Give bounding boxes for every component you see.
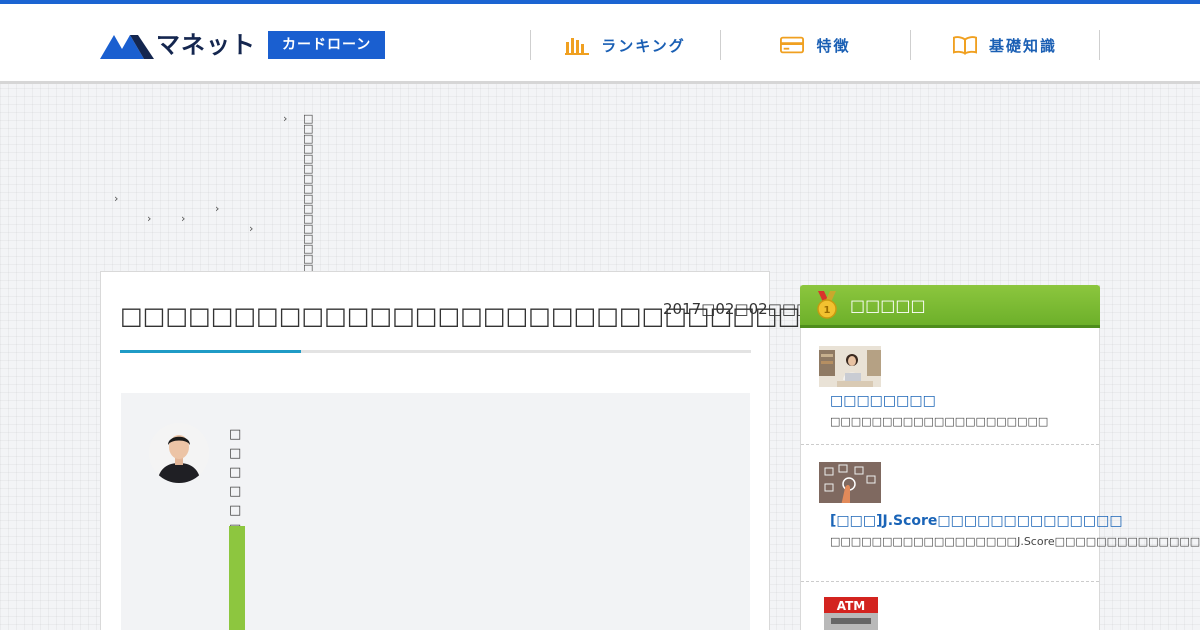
medal-icon: 1 [817, 291, 837, 319]
author-accent-bar [229, 526, 245, 630]
breadcrumb-separator: › [249, 222, 254, 235]
nav-item-ranking[interactable]: ランキング [530, 30, 720, 60]
article-thumbnail [819, 462, 881, 503]
nav-label-ranking: ランキング [601, 36, 686, 55]
list-item-title[interactable]: [□□□]J.Score□□□□□□□□□□□□□□ [830, 513, 1123, 529]
article-date: 2017□02□02□□□ [663, 300, 811, 318]
title-underline-accent [120, 350, 301, 353]
sidebar-heading: 1 □□□□□ [800, 285, 1100, 328]
author-box: □□□□□□□□□□ [121, 393, 750, 630]
list-item-desc: □□□□□□□□□□□□□□□□□□J.Score□□□□□□□□□□□□□□□ [830, 535, 1200, 548]
svg-text:ATM: ATM [837, 599, 865, 613]
list-item-title[interactable]: □□□□□□□□ [830, 393, 936, 409]
ai-hand-image-icon [819, 462, 881, 503]
list-item[interactable]: ATM [801, 582, 1099, 630]
open-book-icon [952, 36, 977, 55]
person-avatar-icon [149, 423, 209, 483]
breadcrumb-separator: › [147, 212, 152, 225]
author-avatar [149, 423, 209, 483]
woman-laptop-image-icon [819, 346, 881, 387]
breadcrumb-separator: › [181, 212, 186, 225]
article-thumbnail: ATM [823, 597, 879, 630]
logo-badge: カードローン [268, 31, 386, 59]
logo-text: マネット [156, 31, 256, 59]
breadcrumb-separator: › [283, 112, 288, 125]
nav-item-features[interactable]: 特徴 [720, 30, 910, 60]
sidebar-heading-text: □□□□□ [850, 295, 926, 315]
bar-chart-icon [565, 38, 590, 55]
credit-card-icon [780, 36, 805, 54]
nav-item-basics[interactable]: 基礎知識 [910, 30, 1100, 60]
site-header: マネット カードローン ランキング 特徴 基礎知識 [0, 4, 1200, 84]
global-nav: ランキング 特徴 基礎知識 [530, 30, 1100, 60]
list-item-desc: □□□□□□□□□□□□□□□□□□□□□ [830, 415, 1049, 428]
nav-label-features: 特徴 [816, 36, 851, 55]
breadcrumb-separator: › [114, 192, 119, 205]
article-title: □□□□□□□□□□□□□□□□□□□□□□□□□□□□□□3□ [120, 302, 840, 330]
mountain-logo-icon [100, 35, 154, 59]
sidebar-popular: 1 □□□□□ ATM □□□□□□□□ □□□□□□□□□□□□□□□□□□□… [800, 285, 1200, 630]
article-thumbnail [819, 346, 881, 387]
site-logo[interactable]: マネット カードローン [100, 29, 386, 61]
breadcrumb-separator: › [215, 202, 220, 215]
nav-label-basics: 基礎知識 [988, 36, 1057, 55]
article-card: □□□□□□□□□□□□□□□□□□□□□□□□□□□□□□3□ 2017□02… [100, 271, 840, 630]
svg-text:1: 1 [824, 305, 831, 316]
atm-image-icon: ATM [823, 597, 879, 630]
